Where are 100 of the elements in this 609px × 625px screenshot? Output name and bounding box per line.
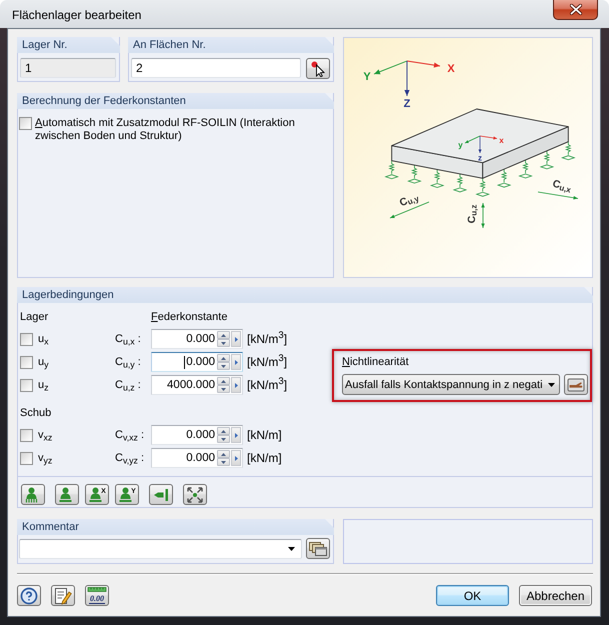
- group-header: Kommentar: [17, 519, 334, 535]
- checkbox[interactable]: [19, 117, 32, 130]
- menu-arrow-button[interactable]: [231, 450, 241, 466]
- caret-right-icon: [234, 336, 238, 342]
- section-heading: Lager: [20, 310, 48, 324]
- edit-icon: [54, 586, 72, 604]
- caret-down-icon: [548, 382, 555, 386]
- caret-up-icon: [221, 430, 226, 432]
- arrow-bar-button[interactable]: [149, 484, 173, 505]
- caret-up-icon: [221, 334, 226, 336]
- options-button[interactable]: [564, 374, 588, 395]
- constant-label: C$_{v,yz}$ :: [115, 451, 144, 465]
- caret-right-icon: [234, 456, 238, 460]
- arrow-bar-icon: [153, 488, 169, 502]
- dof-label: v$_{yz}$: [38, 451, 52, 465]
- windows-icon: [309, 542, 327, 556]
- spin-up-button[interactable]: [217, 377, 230, 385]
- direction-arrow: [481, 202, 485, 228]
- menu-arrow-button[interactable]: [231, 331, 241, 347]
- axis-label: x: [499, 136, 504, 145]
- spin-down-button[interactable]: [217, 435, 230, 443]
- spin-up-button[interactable]: [217, 354, 230, 362]
- dof-label: u$_{x}$: [38, 332, 49, 346]
- spring-constant-field[interactable]: 0.000: [151, 448, 243, 468]
- unit-label: [kN/m$^{3}$]: [247, 378, 288, 392]
- unit-label: [kN/m$^{3}$]: [247, 355, 288, 369]
- dof-label: u$_{z}$: [38, 378, 49, 392]
- dialog-button[interactable]: Abbrechen: [519, 585, 592, 606]
- spring-constant-field[interactable]: 0.000: [151, 352, 243, 372]
- group-header: Lager Nr.: [17, 37, 120, 53]
- axis-label: Y: [363, 71, 371, 83]
- constant-label: C$_{u,y}$ :: [115, 355, 141, 369]
- caret-up-icon: [221, 380, 226, 382]
- caret-right-icon: [234, 432, 238, 438]
- checkbox[interactable]: [20, 428, 33, 442]
- spin-down-button[interactable]: [217, 458, 230, 466]
- spin-up-button[interactable]: [217, 427, 230, 435]
- card-icon: [567, 378, 585, 392]
- option-label: Automatisch mit Zusatzmodul RF-SOILIN (Interaktion zwischen Boden und Struktur): [35, 117, 296, 143]
- expand-icon: [187, 486, 203, 502]
- help-icon: [20, 586, 38, 604]
- comment-library-button[interactable]: [306, 538, 330, 559]
- edit-button[interactable]: [51, 585, 75, 606]
- unit-label: [kN/m]: [247, 428, 282, 442]
- dof-label: u$_{y}$: [38, 355, 49, 369]
- caret-down-icon: [221, 460, 226, 464]
- constant-label: C$_{u,z}$ :: [115, 378, 141, 392]
- checkbox[interactable]: [20, 356, 33, 368]
- spring-support-button[interactable]: [21, 484, 45, 505]
- spring-constant-field[interactable]: 0.000: [151, 425, 243, 445]
- spring-constant-label: C $_{u,x}$: [551, 178, 572, 194]
- caret-down-icon: [221, 342, 226, 344]
- caret-right-icon: [234, 382, 238, 388]
- text-field[interactable]: 2: [131, 58, 301, 78]
- text-cursor-icon: [184, 356, 186, 368]
- spin-up-button[interactable]: [217, 450, 230, 458]
- caret-down-icon: [221, 438, 226, 440]
- nonlinearity-select[interactable]: Ausfall falls Kontaktspannung in z negati: [342, 374, 560, 395]
- caret-down-icon: [221, 364, 226, 368]
- nonlinearity-label: Nichtlinearität: [342, 356, 409, 369]
- spin-down-button[interactable]: [217, 339, 230, 347]
- unit-label: [kN/m]: [247, 451, 282, 465]
- unit-label: [kN/m$^{3}$]: [247, 332, 288, 346]
- section-heading: Schub: [20, 406, 52, 420]
- menu-arrow-button[interactable]: [231, 354, 241, 370]
- direction-arrow: [538, 192, 578, 200]
- axis-label: X: [447, 63, 455, 75]
- dialog-button[interactable]: OK: [436, 585, 509, 606]
- axis-label: z: [478, 154, 482, 162]
- caret-up-icon: [221, 452, 226, 456]
- dof-label: v$_{xz}$: [38, 428, 52, 442]
- window-title: Flächenlager bearbeiten: [12, 8, 142, 22]
- support-button[interactable]: [55, 484, 79, 505]
- cursor-icon: [310, 60, 326, 76]
- spin-up-button[interactable]: [217, 331, 230, 339]
- group-header: Lagerbedingungen: [17, 287, 593, 303]
- caret-down-icon: [221, 388, 226, 390]
- expand-button[interactable]: [183, 484, 207, 505]
- checkbox[interactable]: [20, 378, 33, 392]
- axis-label: Z: [404, 98, 410, 110]
- spin-down-button[interactable]: [217, 362, 230, 370]
- close-icon: [570, 4, 582, 15]
- constant-label: C$_{u,x}$ :: [115, 332, 141, 346]
- axis-label: y: [458, 140, 463, 150]
- constant-label: C$_{v,xz}$ :: [115, 428, 144, 442]
- pick-button[interactable]: [306, 58, 330, 79]
- caret-down-icon: [288, 547, 295, 551]
- group-header: Berechnung der Federkonstanten: [17, 93, 334, 109]
- help-button[interactable]: [17, 585, 41, 606]
- menu-arrow-button[interactable]: [231, 427, 241, 443]
- caret-right-icon: [234, 360, 238, 364]
- menu-arrow-button[interactable]: [231, 377, 241, 393]
- spring-constant-field[interactable]: 4000.000: [151, 375, 243, 395]
- spring-constant-field[interactable]: 0.000: [151, 329, 243, 349]
- close-button[interactable]: [553, 0, 598, 20]
- column-heading: Federkonstante: [151, 310, 228, 324]
- spin-down-button[interactable]: [217, 385, 230, 393]
- group-header: An Flächen Nr.: [128, 37, 334, 53]
- checkbox[interactable]: [20, 332, 33, 346]
- checkbox[interactable]: [20, 452, 33, 464]
